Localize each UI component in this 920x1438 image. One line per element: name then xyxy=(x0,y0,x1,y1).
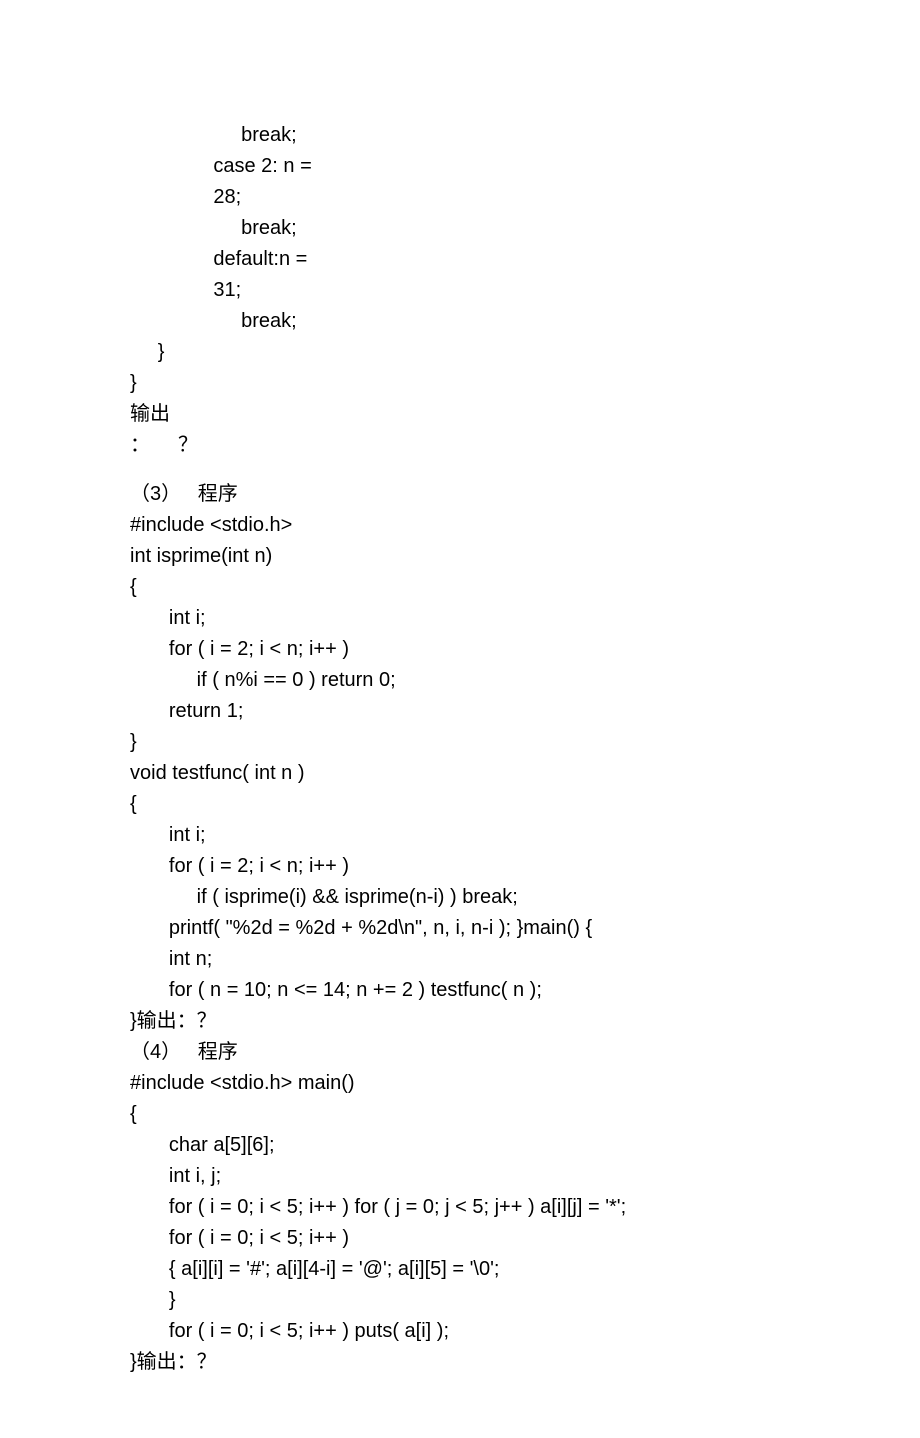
code-line: int i; xyxy=(130,820,840,851)
output-question: ？ xyxy=(170,430,198,461)
section-4-number: （4） xyxy=(130,1037,181,1068)
section-3-title: 程序 xyxy=(181,479,238,510)
code-line: for ( i = 2; i < n; i++ ) xyxy=(130,851,840,882)
code-line: } xyxy=(130,337,840,368)
code-line: #include <stdio.h> xyxy=(130,510,840,541)
code-line: void testfunc( int n ) xyxy=(130,758,840,789)
code-line: 28; xyxy=(130,182,840,213)
code-line: for ( i = 0; i < 5; i++ ) puts( a[i] ); xyxy=(130,1316,840,1347)
code-line: } xyxy=(130,727,840,758)
section-4-title: 程序 xyxy=(181,1037,238,1068)
code-line: int i; xyxy=(130,603,840,634)
code-line: } xyxy=(130,1285,840,1316)
code-line: int n; xyxy=(130,944,840,975)
code-line: return 1; xyxy=(130,696,840,727)
code-line: #include <stdio.h> main() xyxy=(130,1068,840,1099)
code-line: for ( n = 10; n <= 14; n += 2 ) testfunc… xyxy=(130,975,840,1006)
code-line: for ( i = 0; i < 5; i++ ) xyxy=(130,1223,840,1254)
code-line: break; xyxy=(130,213,840,244)
section-4-heading: （4） 程序 xyxy=(130,1037,840,1068)
code-line: }输出：？ xyxy=(130,1006,840,1037)
code-line: char a[5][6]; xyxy=(130,1130,840,1161)
section-3-heading: （3） 程序 xyxy=(130,479,840,510)
code-line: printf( "%2d = %2d + %2d\n", n, i, n-i )… xyxy=(130,913,840,944)
code-line: break; xyxy=(130,306,840,337)
code-line: { xyxy=(130,572,840,603)
output-label-1: 输出 xyxy=(130,399,170,430)
code-line: for ( i = 0; i < 5; i++ ) for ( j = 0; j… xyxy=(130,1192,840,1223)
code-line: { a[i][i] = '#'; a[i][4-i] = '@'; a[i][5… xyxy=(130,1254,840,1285)
code-line: if ( isprime(i) && isprime(n-i) ) break; xyxy=(130,882,840,913)
code-line: } xyxy=(130,368,840,399)
output-label-2: ： xyxy=(130,430,170,461)
code-line: case 2: n = xyxy=(130,151,840,182)
code-line: int i, j; xyxy=(130,1161,840,1192)
code-line: { xyxy=(130,1099,840,1130)
code-line: if ( n%i == 0 ) return 0; xyxy=(130,665,840,696)
output-label-row: 输出 ： ？ xyxy=(130,399,840,461)
code-line: }输出：？ xyxy=(130,1347,840,1378)
code-line: for ( i = 2; i < n; i++ ) xyxy=(130,634,840,665)
code-line: 31; xyxy=(130,275,840,306)
code-line: default:n = xyxy=(130,244,840,275)
section-3-number: （3） xyxy=(130,479,181,510)
code-line: { xyxy=(130,789,840,820)
code-line: int isprime(int n) xyxy=(130,541,840,572)
code-line: break; xyxy=(130,120,840,151)
